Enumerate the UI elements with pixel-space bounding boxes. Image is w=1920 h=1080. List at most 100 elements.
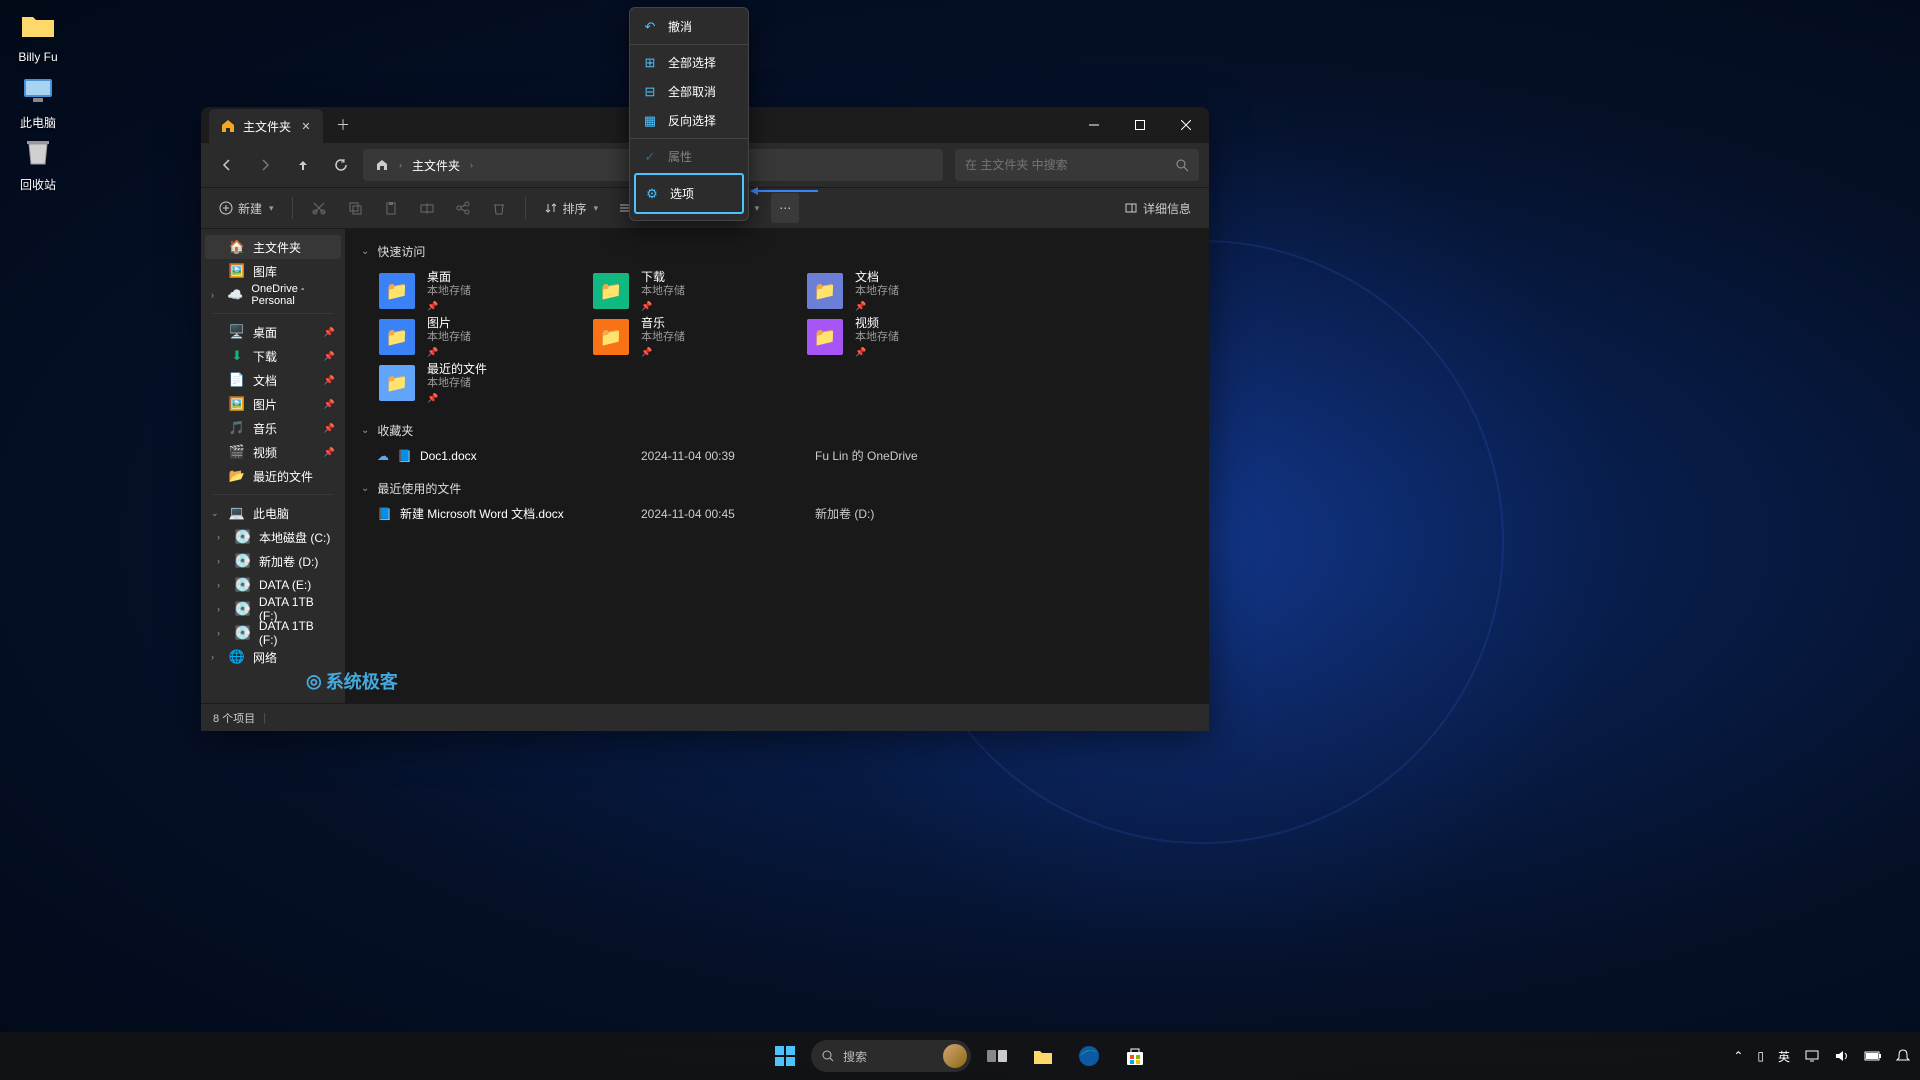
- sidebar-item-drive[interactable]: ›💽DATA 1TB (F:): [205, 621, 341, 645]
- search-bar[interactable]: [955, 149, 1199, 181]
- add-tab-button[interactable]: ＋: [327, 109, 359, 141]
- home-icon: 🏠: [229, 239, 245, 255]
- sidebar-item-videos[interactable]: 🎬视频📌: [205, 440, 341, 464]
- chevron-right-icon[interactable]: ›: [217, 580, 227, 590]
- share-button: [447, 193, 479, 223]
- search-input[interactable]: [965, 158, 1167, 172]
- sidebar-item-documents[interactable]: 📄文档📌: [205, 368, 341, 392]
- more-button[interactable]: ⋯: [771, 193, 799, 223]
- section-favorites[interactable]: ⌄收藏夹: [347, 418, 1207, 443]
- pin-icon: 📌: [427, 391, 487, 405]
- sidebar: 🏠主文件夹 🖼️图库 ›☁️OneDrive - Personal 🖥️桌面📌 …: [201, 229, 345, 703]
- new-button[interactable]: 新建 ▾: [211, 193, 282, 223]
- sidebar-item-drive[interactable]: ›💽新加卷 (D:): [205, 549, 341, 573]
- details-pane-button[interactable]: 详细信息: [1116, 193, 1199, 223]
- quick-access-tile[interactable]: 📁 桌面本地存储📌: [377, 268, 591, 314]
- sidebar-item-music[interactable]: 🎵音乐📌: [205, 416, 341, 440]
- pin-icon: 📌: [324, 423, 335, 434]
- sort-icon: [544, 201, 558, 215]
- taskview-button[interactable]: [977, 1036, 1017, 1076]
- tray-network-icon[interactable]: [1804, 1049, 1820, 1063]
- paste-button: [375, 193, 407, 223]
- home-crumb-icon[interactable]: [371, 156, 393, 174]
- chevron-right-icon[interactable]: ›: [217, 532, 227, 542]
- taskbar-edge[interactable]: [1069, 1036, 1109, 1076]
- search-highlight-icon: [943, 1044, 967, 1068]
- up-button[interactable]: [287, 149, 319, 181]
- quick-access-tile[interactable]: 📁 下载本地存储📌: [591, 268, 805, 314]
- sort-button[interactable]: 排序 ▾: [536, 193, 607, 223]
- forward-button[interactable]: [249, 149, 281, 181]
- start-button[interactable]: [765, 1036, 805, 1076]
- sidebar-item-home[interactable]: 🏠主文件夹: [205, 235, 341, 259]
- pin-icon: 📌: [324, 447, 335, 458]
- desktop-icon: 🖥️: [229, 324, 245, 340]
- quick-access-tile[interactable]: 📁 文档本地存储📌: [805, 268, 1019, 314]
- sidebar-item-drive[interactable]: ›💽DATA (E:): [205, 573, 341, 597]
- chevron-right-icon[interactable]: ›: [211, 652, 221, 662]
- close-tab-icon[interactable]: ✕: [297, 117, 315, 135]
- taskbar-search[interactable]: 搜索: [811, 1040, 971, 1072]
- sidebar-item-desktop[interactable]: 🖥️桌面📌: [205, 320, 341, 344]
- back-button[interactable]: [211, 149, 243, 181]
- close-window-button[interactable]: [1163, 109, 1209, 141]
- dropdown-undo[interactable]: ↶撤消: [630, 12, 748, 41]
- minimize-button[interactable]: [1071, 109, 1117, 141]
- tab-home[interactable]: 主文件夹 ✕: [209, 109, 323, 143]
- sidebar-item-gallery[interactable]: 🖼️图库: [205, 259, 341, 283]
- tray-battery-icon[interactable]: [1864, 1050, 1882, 1062]
- sidebar-item-drive[interactable]: ›💽本地磁盘 (C:): [205, 525, 341, 549]
- chevron-right-icon[interactable]: ›: [217, 628, 227, 638]
- chevron-right-icon[interactable]: ›: [217, 556, 227, 566]
- tray-volume-icon[interactable]: [1834, 1049, 1850, 1063]
- chevron-down-icon: ⌄: [361, 483, 369, 494]
- refresh-button[interactable]: [325, 149, 357, 181]
- tray-onedrive-icon[interactable]: ▯: [1757, 1049, 1764, 1063]
- sidebar-item-network[interactable]: ›🌐网络: [205, 645, 341, 669]
- file-row[interactable]: 📘新建 Microsoft Word 文档.docx 2024-11-04 00…: [347, 501, 1207, 526]
- statusbar: 8 个项目 |: [201, 703, 1209, 731]
- taskbar-explorer[interactable]: [1023, 1036, 1063, 1076]
- desktop-icon-recycle[interactable]: 回收站: [0, 132, 76, 193]
- undo-icon: ↶: [642, 19, 658, 35]
- chevron-down-icon[interactable]: ⌄: [211, 508, 221, 519]
- sidebar-item-pictures[interactable]: 🖼️图片📌: [205, 392, 341, 416]
- sidebar-item-thispc[interactable]: ⌄💻此电脑: [205, 501, 341, 525]
- delete-button: [483, 193, 515, 223]
- breadcrumb-segment[interactable]: 主文件夹: [408, 155, 464, 176]
- search-icon: [1175, 158, 1189, 172]
- pin-icon: 📌: [324, 375, 335, 386]
- file-row[interactable]: ☁📘Doc1.docx 2024-11-04 00:39 Fu Lin 的 On…: [347, 443, 1207, 468]
- sidebar-item-drive[interactable]: ›💽DATA 1TB (F:): [205, 597, 341, 621]
- dropdown-options[interactable]: ⚙选项: [634, 173, 744, 214]
- dropdown-select-all[interactable]: ⊞全部选择: [630, 48, 748, 77]
- sidebar-item-recent[interactable]: 📂最近的文件: [205, 464, 341, 488]
- system-tray: ⌃ ▯ 英: [1733, 1048, 1910, 1065]
- tray-expand-icon[interactable]: ⌃: [1733, 1049, 1743, 1063]
- quick-access-tile[interactable]: 📁 图片本地存储📌: [377, 314, 591, 360]
- quick-access-tile[interactable]: 📁 音乐本地存储📌: [591, 314, 805, 360]
- desktop-icon-thispc[interactable]: 此电脑: [0, 70, 76, 131]
- chevron-right-icon[interactable]: ›: [217, 604, 227, 614]
- taskbar-store[interactable]: [1115, 1036, 1155, 1076]
- folder-icon: 📁: [593, 273, 629, 309]
- dropdown-invert[interactable]: ▦反向选择: [630, 106, 748, 135]
- chevron-right-icon[interactable]: ›: [211, 290, 219, 300]
- quick-access-tile[interactable]: 📁 最近的文件本地存储📌: [377, 360, 591, 406]
- sidebar-item-downloads[interactable]: ⬇下载📌: [205, 344, 341, 368]
- target-icon: ◎: [306, 671, 322, 692]
- item-count: 8 个项目: [213, 710, 255, 726]
- chevron-right-icon: ›: [470, 160, 473, 170]
- tray-ime[interactable]: 英: [1778, 1048, 1790, 1065]
- invert-icon: ▦: [642, 113, 658, 129]
- section-quick-access[interactable]: ⌄快速访问: [347, 239, 1207, 264]
- more-icon: ⋯: [779, 201, 791, 215]
- home-icon: [221, 119, 235, 133]
- maximize-button[interactable]: [1117, 109, 1163, 141]
- quick-access-tile[interactable]: 📁 视频本地存储📌: [805, 314, 1019, 360]
- tray-notification-icon[interactable]: [1896, 1048, 1910, 1064]
- dropdown-select-none[interactable]: ⊟全部取消: [630, 77, 748, 106]
- desktop-icon-user[interactable]: Billy Fu: [0, 6, 76, 64]
- section-recent[interactable]: ⌄最近使用的文件: [347, 476, 1207, 501]
- sidebar-item-onedrive[interactable]: ›☁️OneDrive - Personal: [205, 283, 341, 307]
